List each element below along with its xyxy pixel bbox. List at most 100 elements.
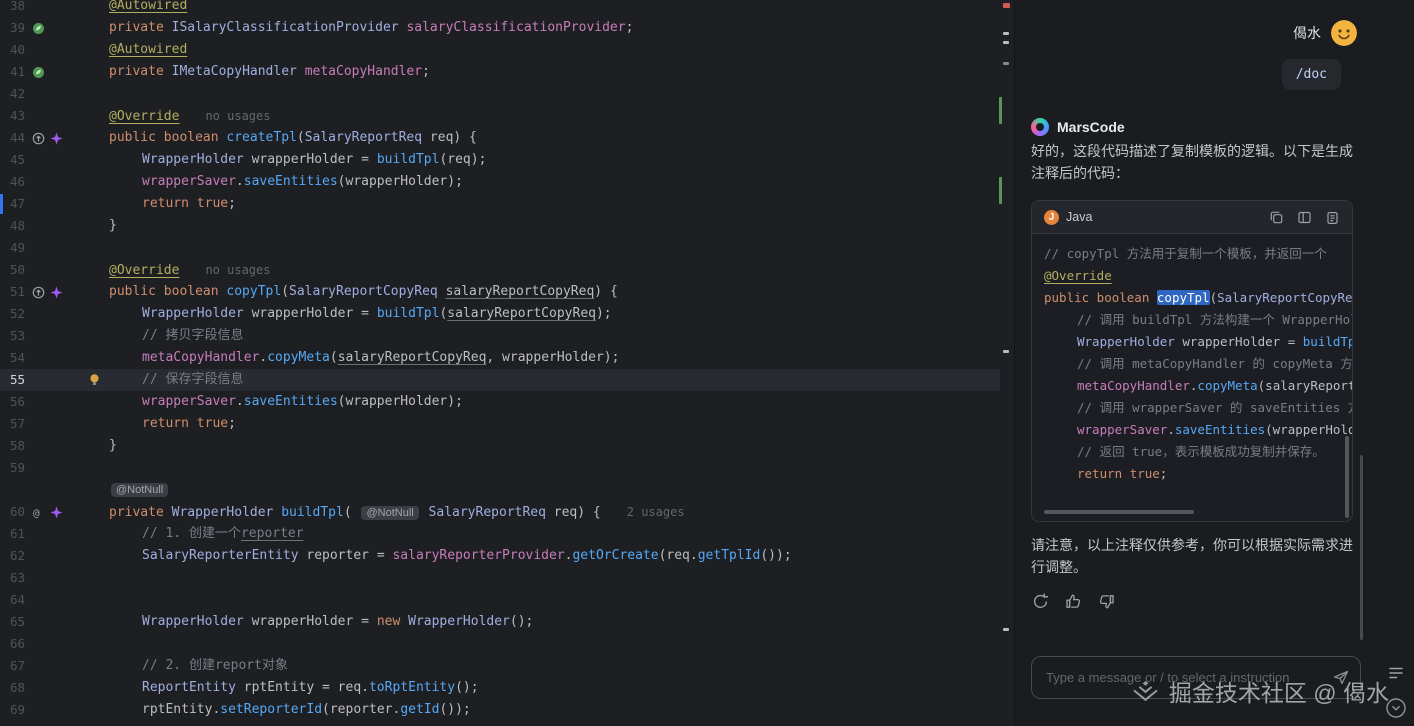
gutter[interactable]: 38 xyxy=(0,0,76,17)
gutter[interactable]: 65 xyxy=(0,611,76,633)
code-line[interactable]: 55// 保存字段信息 xyxy=(0,369,1000,391)
code-line[interactable]: 53// 拷贝字段信息 xyxy=(0,325,1000,347)
mark[interactable] xyxy=(1003,32,1009,35)
panel-scrollbar[interactable] xyxy=(1360,455,1363,640)
gutter[interactable]: 39 xyxy=(0,17,76,39)
gutter[interactable]: 56 xyxy=(0,391,76,413)
code-line[interactable]: 62SalaryReporterEntity reporter = salary… xyxy=(0,545,1000,567)
code-line[interactable]: 41private IMetaCopyHandler metaCopyHandl… xyxy=(0,61,1000,83)
code-editor[interactable]: 38@Autowired39private ISalaryClassificat… xyxy=(0,0,1014,726)
gutter[interactable]: 42 xyxy=(0,83,76,105)
code-line[interactable]: @NotNull xyxy=(0,479,1000,501)
gutter[interactable]: 50 xyxy=(0,259,76,281)
gutter[interactable]: 43 xyxy=(0,105,76,127)
code-line[interactable]: 61// 1. 创建一个reporter xyxy=(0,523,1000,545)
gutter[interactable]: 48 xyxy=(0,215,76,237)
at-icon[interactable]: @ xyxy=(32,506,45,519)
override-icon[interactable] xyxy=(32,132,45,145)
usage-hint[interactable]: no usages xyxy=(205,263,270,277)
gutter[interactable]: 61 xyxy=(0,523,76,545)
code-line[interactable]: 42 xyxy=(0,83,1000,105)
insert-icon[interactable] xyxy=(1297,210,1312,225)
code-line[interactable]: 59 xyxy=(0,457,1000,479)
mark[interactable] xyxy=(1003,41,1009,44)
gutter[interactable]: 58 xyxy=(0,435,76,457)
code-line[interactable]: 66 xyxy=(0,633,1000,655)
gutter[interactable]: 53 xyxy=(0,325,76,347)
code-line[interactable]: 46wrapperSaver.saveEntities(wrapperHolde… xyxy=(0,171,1000,193)
gutter[interactable]: 59 xyxy=(0,457,76,479)
snippet-vscrollbar[interactable] xyxy=(1345,436,1349,518)
code-line[interactable]: 38@Autowired xyxy=(0,0,1000,17)
editor-scrollbar-stripe[interactable] xyxy=(1000,0,1014,726)
code-line[interactable]: 64 xyxy=(0,589,1000,611)
gutter[interactable]: 45 xyxy=(0,149,76,171)
snippet-hscrollbar[interactable] xyxy=(1044,510,1194,514)
regenerate-icon[interactable] xyxy=(1031,592,1050,611)
gutter[interactable]: 51 xyxy=(0,281,76,303)
thumbs-down-icon[interactable] xyxy=(1097,592,1116,611)
gutter[interactable]: 54 xyxy=(0,347,76,369)
gutter[interactable]: 44 xyxy=(0,127,76,149)
code-line[interactable]: 58} xyxy=(0,435,1000,457)
code-line[interactable]: 63 xyxy=(0,567,1000,589)
bean-icon[interactable] xyxy=(32,22,45,35)
gutter[interactable]: 67 xyxy=(0,655,76,677)
ai-icon[interactable] xyxy=(50,506,63,519)
code-line[interactable]: 65WrapperHolder wrapperHolder = new Wrap… xyxy=(0,611,1000,633)
user-avatar[interactable] xyxy=(1331,20,1357,46)
code-line[interactable]: 47return true; xyxy=(0,193,1000,215)
gutter[interactable]: 66 xyxy=(0,633,76,655)
gutter[interactable]: 57 xyxy=(0,413,76,435)
code-line[interactable]: 39private ISalaryClassificationProvider … xyxy=(0,17,1000,39)
mark[interactable] xyxy=(1003,350,1009,353)
gutter[interactable]: 55 xyxy=(0,369,76,391)
vcs-change-mark[interactable] xyxy=(999,97,1002,124)
gutter[interactable]: 60@ xyxy=(0,501,76,523)
copy-icon[interactable] xyxy=(1269,210,1284,225)
chat-input[interactable] xyxy=(1032,657,1360,698)
gutter[interactable]: 68 xyxy=(0,677,76,699)
gutter[interactable]: 41 xyxy=(0,61,76,83)
code-line[interactable]: 56wrapperSaver.saveEntities(wrapperHolde… xyxy=(0,391,1000,413)
gutter[interactable]: 62 xyxy=(0,545,76,567)
code-line[interactable]: 40@Autowired xyxy=(0,39,1000,61)
code-line[interactable]: 45WrapperHolder wrapperHolder = buildTpl… xyxy=(0,149,1000,171)
gutter[interactable]: 63 xyxy=(0,567,76,589)
vcs-change-mark[interactable] xyxy=(999,177,1002,204)
intention-bulb-icon[interactable] xyxy=(88,373,101,386)
gutter[interactable]: 64 xyxy=(0,589,76,611)
gutter[interactable]: 52 xyxy=(0,303,76,325)
mark[interactable] xyxy=(1003,628,1009,631)
usage-hint[interactable]: no usages xyxy=(205,109,270,123)
override-icon[interactable] xyxy=(32,286,45,299)
thumbs-up-icon[interactable] xyxy=(1064,592,1083,611)
bean-icon[interactable] xyxy=(32,66,45,79)
code-line[interactable]: 69rptEntity.setReporterId(reporter.getId… xyxy=(0,699,1000,721)
scroll-down-icon[interactable] xyxy=(1385,697,1407,719)
code-line[interactable]: 50@Overrideno usages xyxy=(0,259,1000,281)
code-line[interactable]: 51public boolean copyTpl(SalaryReportCop… xyxy=(0,281,1000,303)
code-line[interactable]: 48} xyxy=(0,215,1000,237)
code-line[interactable]: 57return true; xyxy=(0,413,1000,435)
code-line[interactable]: 52WrapperHolder wrapperHolder = buildTpl… xyxy=(0,303,1000,325)
mark[interactable] xyxy=(1003,62,1009,65)
instruction-list-icon[interactable] xyxy=(1387,664,1405,682)
gutter[interactable]: 49 xyxy=(0,237,76,259)
gutter[interactable] xyxy=(0,479,76,501)
gutter[interactable]: 47 xyxy=(0,193,76,215)
gutter[interactable]: 69 xyxy=(0,699,76,721)
gutter[interactable]: 46 xyxy=(0,171,76,193)
send-icon[interactable] xyxy=(1332,668,1350,686)
usage-hint[interactable]: 2 usages xyxy=(627,505,685,519)
code-line[interactable]: 60@private WrapperHolder buildTpl( @NotN… xyxy=(0,501,1000,523)
ai-icon[interactable] xyxy=(50,132,63,145)
code-line[interactable]: 68ReportEntity rptEntity = req.toRptEnti… xyxy=(0,677,1000,699)
code-line[interactable]: 54metaCopyHandler.copyMeta(salaryReportC… xyxy=(0,347,1000,369)
code-line[interactable]: 49 xyxy=(0,237,1000,259)
error-mark[interactable] xyxy=(1003,3,1010,8)
clipboard-icon[interactable] xyxy=(1325,210,1340,225)
code-line[interactable]: 43@Overrideno usages xyxy=(0,105,1000,127)
gutter[interactable]: 40 xyxy=(0,39,76,61)
code-line[interactable]: 67// 2. 创建report对象 xyxy=(0,655,1000,677)
